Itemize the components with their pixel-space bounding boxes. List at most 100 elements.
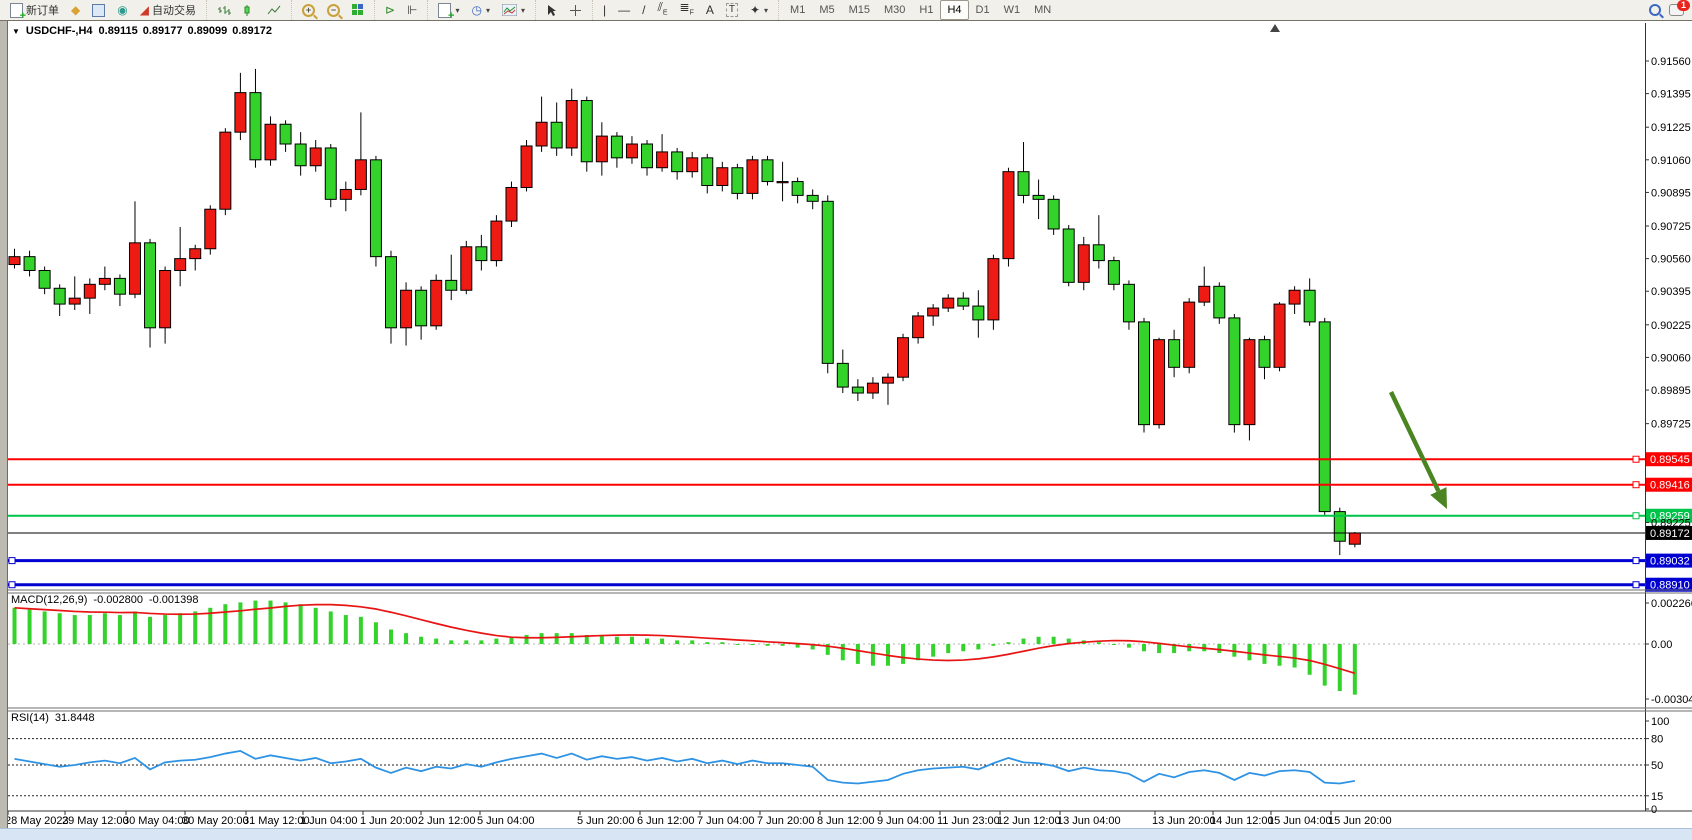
zoom-out-icon: − — [327, 4, 340, 17]
cursor-tool-button[interactable] — [540, 0, 563, 20]
svg-text:100: 100 — [1651, 716, 1669, 728]
line-chart-icon — [267, 4, 281, 17]
down-arrow-icon[interactable] — [1391, 392, 1438, 491]
svg-text:11 Jun 23:00: 11 Jun 23:00 — [937, 815, 1000, 827]
notifications-icon[interactable]: 1 — [1669, 4, 1684, 16]
svg-text:0.90560: 0.90560 — [1651, 254, 1691, 266]
svg-text:0.00: 0.00 — [1651, 639, 1672, 651]
svg-text:0: 0 — [1651, 804, 1657, 816]
vertical-line-tool[interactable]: | — [597, 0, 612, 20]
timeframe-d1[interactable]: D1 — [969, 0, 997, 20]
timeframe-mn[interactable]: MN — [1027, 0, 1058, 20]
candlestick-type-button[interactable] — [237, 0, 261, 20]
main-toolbar: 新订单 ◆ ◉ ◢ 自动交易 + − ⊳ ⊩ ▾ ◷▾ ▾ | — / ⫽E ≣… — [0, 0, 1692, 21]
signals-icon: ◉ — [117, 4, 127, 16]
timeframe-m5[interactable]: M5 — [812, 0, 841, 20]
current-price-layer: 0.89172 — [8, 526, 1692, 540]
arrows-icon: ✦ — [750, 4, 760, 16]
equidistant-channel-tool[interactable]: ⫽E — [651, 0, 673, 20]
tile-windows-button[interactable] — [346, 0, 370, 20]
text-tool[interactable]: A — [700, 0, 720, 20]
svg-text:28 May 2023: 28 May 2023 — [5, 815, 69, 827]
svg-text:0.89172: 0.89172 — [1650, 528, 1690, 540]
terminal-icon — [92, 4, 105, 17]
chart-shift-button[interactable]: ⊩ — [401, 0, 423, 20]
horizontal-line-tool[interactable]: — — [612, 0, 636, 20]
line-handle[interactable] — [9, 582, 15, 588]
chart-settings-button[interactable]: ▾ — [496, 0, 531, 20]
signals-button[interactable]: ◉ — [111, 0, 133, 20]
search-icon[interactable] — [1649, 4, 1661, 16]
svg-text:0.91395: 0.91395 — [1651, 89, 1691, 101]
rsi-indicator-label: RSI(14) 31.8448 — [11, 712, 95, 724]
svg-text:80: 80 — [1651, 734, 1663, 746]
rsi-value: 31.8448 — [55, 712, 95, 724]
svg-text:0.89225: 0.89225 — [1651, 517, 1691, 529]
profiles-button[interactable]: ◷▾ — [465, 0, 496, 20]
svg-text:0.90725: 0.90725 — [1651, 221, 1691, 233]
auto-scroll-button[interactable]: ⊳ — [379, 0, 401, 20]
text-label-tool[interactable]: T — [720, 0, 744, 20]
bar-chart-type-button[interactable] — [211, 0, 237, 20]
svg-text:0.91225: 0.91225 — [1651, 122, 1691, 134]
timeframe-m30[interactable]: M30 — [877, 0, 912, 20]
svg-text:5 Jun 20:00: 5 Jun 20:00 — [577, 815, 635, 827]
svg-text:30 May 04:00: 30 May 04:00 — [123, 815, 190, 827]
trendline-tool[interactable]: / — [636, 0, 651, 20]
svg-text:15 Jun 20:00: 15 Jun 20:00 — [1328, 815, 1392, 827]
svg-text:0.90225: 0.90225 — [1651, 320, 1691, 332]
marker-button[interactable]: ◆ — [65, 0, 86, 20]
svg-text:7 Jun 20:00: 7 Jun 20:00 — [757, 815, 815, 827]
line-handle[interactable] — [1633, 456, 1639, 462]
chart-shift-icon: ⊩ — [407, 4, 417, 16]
line-handle[interactable] — [1633, 558, 1639, 564]
timeframe-m1[interactable]: M1 — [783, 0, 812, 20]
price-chart[interactable]: 0.895450.894160.892590.890320.889100.891… — [0, 21, 1692, 839]
fibonacci-tool[interactable]: ≣F — [674, 0, 700, 20]
svg-text:12 Jun 12:00: 12 Jun 12:00 — [997, 815, 1061, 827]
chart-expand-icon[interactable]: ▼ — [12, 27, 20, 36]
timeframe-m15[interactable]: M15 — [842, 0, 877, 20]
low-value: 0.89099 — [187, 25, 227, 37]
terminal-button[interactable] — [86, 0, 111, 20]
rsi-name: RSI(14) — [11, 712, 49, 724]
new-order-button[interactable]: 新订单 — [4, 0, 65, 20]
line-chart-type-button[interactable] — [261, 0, 287, 20]
rsi-pane: 1008050150 — [8, 716, 1669, 816]
timeframe-w1[interactable]: W1 — [997, 0, 1028, 20]
new-order-label: 新订单 — [26, 2, 59, 18]
macd-pane: 0.0022660.00-0.003041 — [8, 598, 1692, 706]
dropdown-arrow-icon: ▾ — [455, 6, 459, 15]
svg-text:9 Jun 04:00: 9 Jun 04:00 — [877, 815, 935, 827]
svg-text:15 Jun 04:00: 15 Jun 04:00 — [1268, 815, 1332, 827]
crosshair-icon — [569, 4, 582, 17]
timeframe-group: M1 M5 M15 M30 H1 H4 D1 W1 MN — [778, 0, 1062, 20]
timeframe-h4[interactable]: H4 — [940, 0, 968, 20]
zoom-in-icon: + — [302, 4, 315, 17]
horizontal-lines-layer: 0.895450.894160.892590.890320.88910 — [8, 452, 1692, 591]
svg-text:0.89895: 0.89895 — [1651, 385, 1691, 397]
crosshair-tool-button[interactable] — [563, 0, 588, 20]
arrows-tool[interactable]: ✦▾ — [744, 0, 774, 20]
timeframe-h1[interactable]: H1 — [912, 0, 940, 20]
svg-text:0.90060: 0.90060 — [1651, 352, 1691, 364]
line-handle[interactable] — [1633, 482, 1639, 488]
auto-trading-button[interactable]: ◢ 自动交易 — [134, 0, 202, 20]
tile-windows-icon — [352, 4, 364, 16]
svg-text:0.89416: 0.89416 — [1650, 480, 1690, 492]
line-handle[interactable] — [9, 558, 15, 564]
svg-text:0.90895: 0.90895 — [1651, 187, 1691, 199]
line-handle[interactable] — [1633, 582, 1639, 588]
cursor-icon — [546, 4, 557, 17]
line-handle[interactable] — [1633, 513, 1639, 519]
dropdown-arrow-icon: ▾ — [486, 6, 490, 15]
zoom-out-button[interactable]: − — [321, 0, 346, 20]
auto-scroll-icon: ⊳ — [385, 4, 395, 16]
svg-text:14 Jun 12:00: 14 Jun 12:00 — [1210, 815, 1274, 827]
svg-text:50: 50 — [1651, 760, 1663, 772]
new-chart-button[interactable]: ▾ — [432, 0, 465, 20]
symbol-period-label: USDCHF-,H4 — [26, 25, 93, 37]
zoom-in-button[interactable]: + — [296, 0, 321, 20]
clock-icon: ◷ — [471, 4, 481, 16]
macd-main-value: -0.002800 — [93, 594, 143, 606]
